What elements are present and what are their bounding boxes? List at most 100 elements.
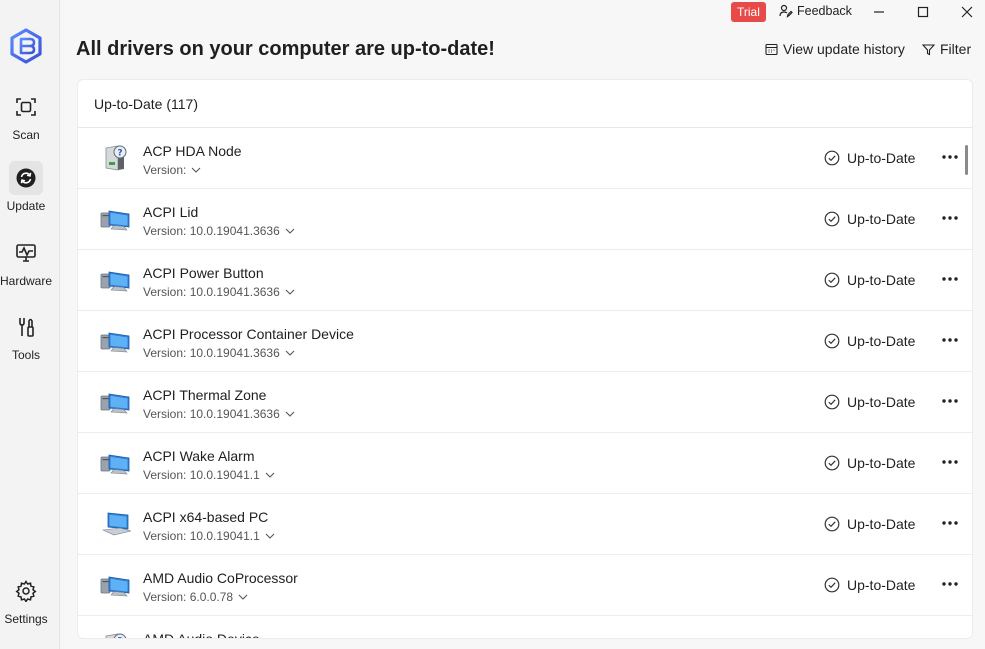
sidebar: Scan Update Hardware Tools Settings (0, 0, 60, 649)
sidebar-item-label: Settings (4, 612, 48, 626)
more-options-button[interactable] (938, 575, 962, 593)
more-options-button[interactable] (938, 392, 962, 410)
driver-row[interactable]: ACPI x64-based PC Version: 10.0.19041.1 Up… (78, 494, 972, 555)
check-circle-icon (824, 516, 840, 532)
more-horizontal-icon (942, 155, 958, 159)
chevron-down-icon (285, 228, 295, 234)
more-options-button[interactable] (938, 270, 962, 288)
check-circle-icon (824, 577, 840, 593)
computer-monitor-icon (100, 569, 132, 601)
chevron-down-icon (265, 472, 275, 478)
chevron-down-icon (285, 350, 295, 356)
driver-version-dropdown[interactable]: Version: 10.0.19041.1 (143, 529, 275, 543)
laptop-icon (100, 508, 132, 540)
sidebar-item-tools[interactable]: Tools (0, 310, 52, 362)
driver-version-dropdown[interactable]: Version: (143, 163, 201, 177)
status-badge: Up-to-Date (824, 577, 915, 593)
driver-version-dropdown[interactable]: Version: 10.0.19041.3636 (143, 346, 295, 360)
check-circle-icon (824, 333, 840, 349)
more-horizontal-icon (942, 460, 958, 464)
chevron-down-icon (238, 594, 248, 600)
driver-name: ACP HDA Node (143, 143, 242, 159)
driver-version-dropdown[interactable]: Version: 10.0.19041.3636 (143, 285, 295, 299)
minimize-button[interactable] (859, 0, 899, 24)
speaker-device-icon: ? (100, 142, 132, 174)
app-logo-icon (10, 28, 42, 64)
more-options-button[interactable] (938, 209, 962, 227)
status-badge: Up-to-Date (824, 394, 915, 410)
driver-version: Version: 6.0.0.78 (143, 590, 234, 604)
status-label: Up-to-Date (847, 516, 916, 532)
svg-text:?: ? (117, 637, 122, 640)
computer-monitor-icon (100, 447, 132, 479)
driver-name: ACPI Lid (143, 204, 199, 220)
driver-version-dropdown[interactable]: Version: 6.0.0.78 (143, 590, 248, 604)
filter-label: Filter (940, 41, 972, 57)
check-circle-icon (824, 455, 840, 471)
more-options-button[interactable] (938, 453, 962, 471)
driver-row[interactable]: ? AMD Audio Device (78, 616, 972, 640)
check-circle-icon (824, 150, 840, 166)
more-options-button[interactable] (938, 331, 962, 349)
feedback-button[interactable]: Feedback (779, 4, 852, 18)
driver-row[interactable]: ACPI Processor Container Device Version: … (78, 311, 972, 372)
maximize-icon (917, 6, 929, 18)
driver-row[interactable]: ? ACP HDA Node Version: Up-to-Date (78, 128, 972, 189)
close-button[interactable] (947, 0, 985, 24)
view-history-label: View update history (783, 41, 905, 57)
sidebar-item-update[interactable]: Update (0, 161, 52, 213)
driver-name: AMD Audio Device (143, 631, 260, 639)
sidebar-item-hardware[interactable]: Hardware (0, 236, 52, 288)
more-options-button[interactable] (938, 148, 962, 166)
chevron-down-icon (285, 411, 295, 417)
driver-version: Version: 10.0.19041.3636 (143, 224, 280, 238)
more-horizontal-icon (942, 521, 958, 525)
close-icon (961, 6, 973, 18)
trial-badge[interactable]: Trial (731, 2, 766, 22)
chevron-down-icon (265, 533, 275, 539)
sidebar-item-settings[interactable]: Settings (0, 574, 52, 626)
speaker-device-icon: ? (100, 630, 132, 640)
driver-row[interactable]: ACPI Power Button Version: 10.0.19041.363… (78, 250, 972, 311)
more-horizontal-icon (942, 399, 958, 403)
computer-monitor-icon (100, 203, 132, 235)
scrollbar-thumb[interactable] (965, 145, 968, 175)
section-header: Up-to-Date (117) (78, 80, 972, 128)
driver-version: Version: 10.0.19041.3636 (143, 407, 280, 421)
driver-row[interactable]: AMD Audio CoProcessor Version: 6.0.0.78 Up… (78, 555, 972, 616)
chevron-down-icon (285, 289, 295, 295)
view-update-history-button[interactable]: View update history (765, 41, 905, 57)
computer-monitor-icon (100, 264, 132, 296)
more-horizontal-icon (942, 216, 958, 220)
driver-row[interactable]: ACPI Wake Alarm Version: 10.0.19041.1 Up-t… (78, 433, 972, 494)
driver-version: Version: 10.0.19041.1 (143, 529, 260, 543)
sidebar-item-label: Hardware (0, 274, 53, 288)
driver-version-dropdown[interactable]: Version: 10.0.19041.1 (143, 468, 275, 482)
more-options-button[interactable] (938, 514, 962, 532)
driver-version: Version: 10.0.19041.3636 (143, 346, 280, 360)
driver-name: ACPI Thermal Zone (143, 387, 267, 403)
status-badge: Up-to-Date (824, 333, 915, 349)
filter-icon (922, 43, 935, 55)
hardware-icon (9, 236, 43, 270)
filter-button[interactable]: Filter (922, 41, 971, 57)
status-label: Up-to-Date (847, 333, 916, 349)
status-badge: Up-to-Date (824, 272, 915, 288)
sidebar-item-scan[interactable]: Scan (0, 90, 52, 142)
page-title: All drivers on your computer are up-to-d… (76, 38, 495, 60)
feedback-icon (779, 4, 793, 18)
driver-version-dropdown[interactable]: Version: 10.0.19041.3636 (143, 224, 295, 238)
status-label: Up-to-Date (847, 577, 916, 593)
svg-text:?: ? (117, 149, 122, 159)
status-badge: Up-to-Date (824, 211, 915, 227)
maximize-button[interactable] (903, 0, 943, 24)
scan-icon (9, 90, 43, 124)
tools-icon (9, 310, 43, 344)
driver-row[interactable]: ACPI Thermal Zone Version: 10.0.19041.363… (78, 372, 972, 433)
gear-icon (9, 574, 43, 608)
section-title: Up-to-Date (117) (94, 95, 199, 112)
driver-version-dropdown[interactable]: Version: 10.0.19041.3636 (143, 407, 295, 421)
chevron-down-icon (191, 167, 201, 173)
more-horizontal-icon (942, 338, 958, 342)
driver-row[interactable]: ACPI Lid Version: 10.0.19041.3636 Up-to-Da… (78, 189, 972, 250)
